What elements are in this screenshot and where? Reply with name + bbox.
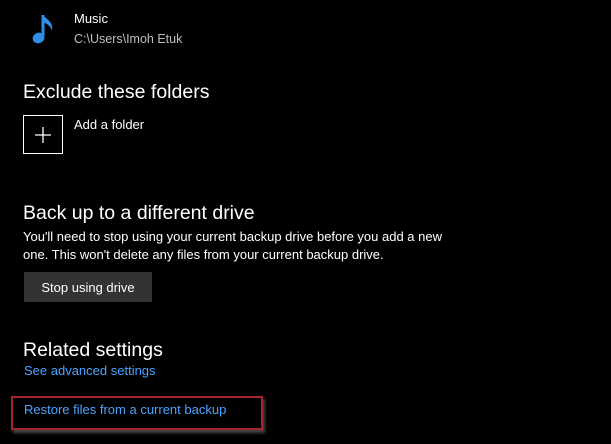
see-advanced-settings-link[interactable]: See advanced settings — [24, 363, 156, 379]
included-folder-item[interactable]: Music C:\Users\Imoh Etuk — [30, 8, 182, 48]
folder-path: C:\Users\Imoh Etuk — [74, 32, 183, 46]
restore-files-link[interactable]: Restore files from a current backup — [24, 402, 226, 418]
music-note-icon — [32, 15, 53, 44]
related-settings-heading: Related settings — [23, 339, 163, 361]
different-drive-description: You'll need to stop using your current b… — [23, 229, 442, 262]
folder-name: Music — [74, 11, 108, 26]
backup-settings-page: Music C:\Users\Imoh Etuk Exclude these f… — [0, 0, 611, 444]
exclude-folders-heading: Exclude these folders — [23, 81, 210, 103]
folder-text: Music C:\Users\Imoh Etuk — [74, 8, 182, 47]
add-folder-button[interactable]: Add a folder — [23, 115, 144, 154]
stop-using-drive-button[interactable]: Stop using drive — [24, 272, 152, 302]
add-folder-label: Add a folder — [74, 117, 145, 132]
plus-icon[interactable] — [23, 115, 63, 154]
different-drive-heading: Back up to a different drive — [23, 202, 255, 224]
